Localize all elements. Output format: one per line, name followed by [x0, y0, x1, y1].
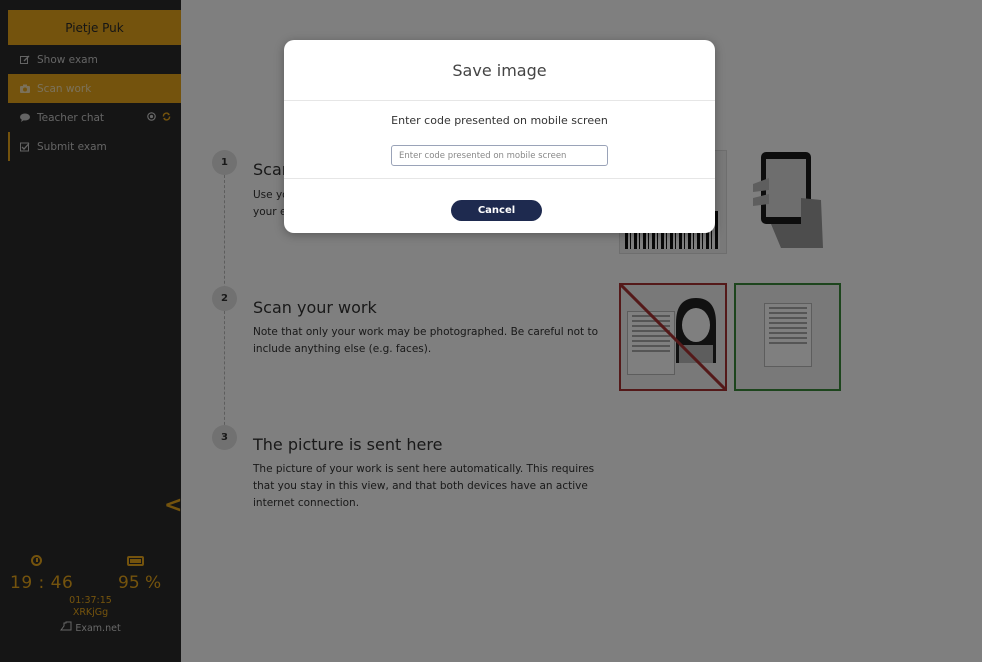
cancel-button[interactable]: Cancel — [451, 200, 542, 221]
dialog-divider — [284, 178, 715, 179]
save-image-dialog: Save image Enter code presented on mobil… — [284, 40, 715, 233]
code-input[interactable] — [391, 145, 608, 166]
dialog-title: Save image — [284, 40, 715, 101]
dialog-prompt: Enter code presented on mobile screen — [391, 114, 608, 127]
